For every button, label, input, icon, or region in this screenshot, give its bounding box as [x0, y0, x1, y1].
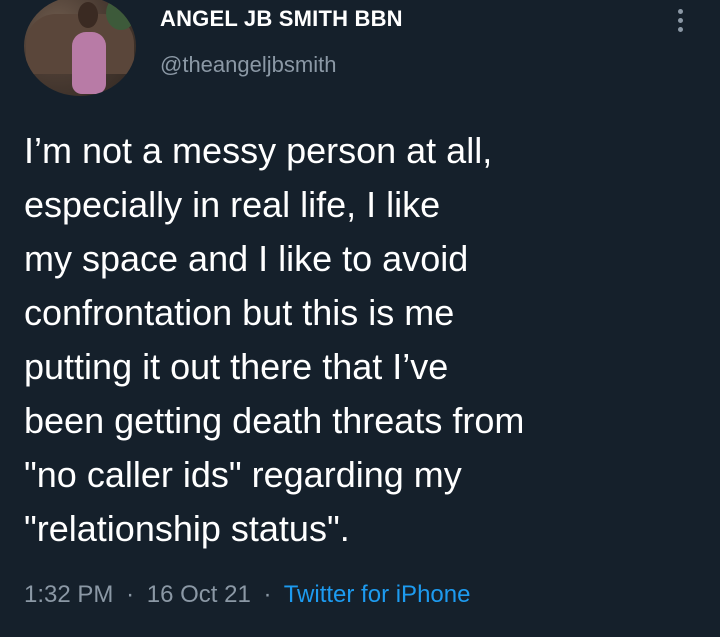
avatar-head [78, 2, 98, 28]
tweet-source-link[interactable]: Twitter for iPhone [284, 581, 471, 608]
author-name[interactable]: ANGEL JB SMITH BBN [160, 6, 403, 32]
tweet-text: I’m not a messy person at all, especiall… [24, 130, 525, 549]
avatar-figure [72, 32, 106, 94]
tweet-metadata: 1:32 PM · 16 Oct 21 · Twitter for iPhone [24, 581, 470, 609]
more-dot [677, 8, 683, 14]
more-dot [677, 17, 683, 23]
tweet-date[interactable]: 16 Oct 21 [147, 581, 251, 608]
avatar-plant [106, 0, 136, 30]
avatar[interactable] [24, 0, 136, 96]
metadata-separator: · [263, 581, 272, 608]
tweet-time[interactable]: 1:32 PM [24, 581, 113, 608]
metadata-separator: · [126, 581, 135, 608]
author-handle[interactable]: @theangeljbsmith [160, 52, 336, 78]
more-options-icon[interactable] [668, 6, 692, 34]
tweet-card: ANGEL JB SMITH BBN @theangeljbsmith I’m … [0, 0, 720, 637]
more-dot [677, 26, 683, 32]
